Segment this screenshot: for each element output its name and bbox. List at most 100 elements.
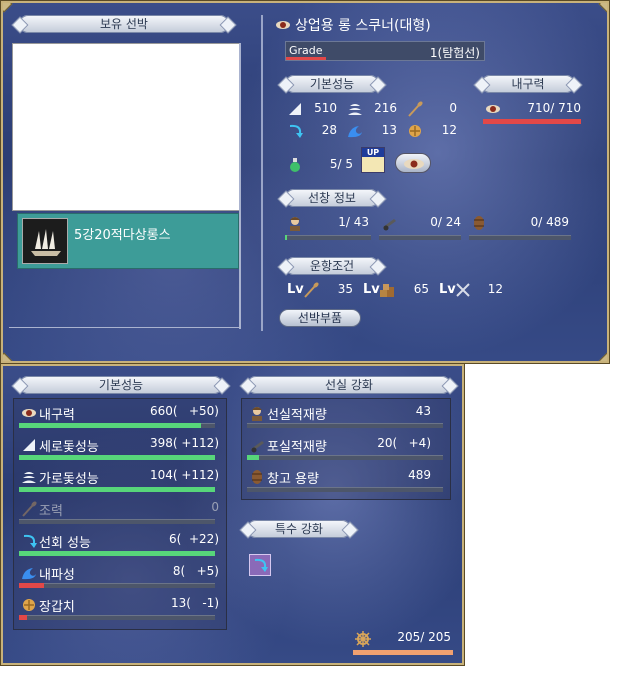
sailing-value: 35 bbox=[337, 282, 353, 296]
grade-value: 1(탐험선) bbox=[429, 46, 480, 60]
grade-label: Grade bbox=[289, 44, 323, 57]
sailing-level-prefix: Lv bbox=[363, 282, 380, 297]
ship-list-divider bbox=[239, 43, 241, 329]
durability-value: 710/ 710 bbox=[527, 101, 581, 115]
cabin-info-header: 선창 정보 bbox=[285, 189, 379, 207]
durability-bar bbox=[483, 119, 581, 124]
stat-value: 0 bbox=[449, 101, 457, 115]
stat-label: 조력 bbox=[39, 504, 63, 519]
armor-icon bbox=[407, 123, 423, 139]
horizontal-sail-icon bbox=[21, 469, 37, 485]
up-label: UP bbox=[362, 148, 384, 157]
cabin-bar bbox=[247, 487, 443, 492]
horizontal-sail-icon bbox=[347, 101, 363, 117]
cabin-fill bbox=[285, 235, 287, 240]
sailors-value: 205/ 205 bbox=[397, 630, 451, 644]
ship-list-name: 5강20적다상롱스 bbox=[74, 228, 171, 243]
cabin-bar bbox=[379, 235, 461, 240]
cabin-label: 창고 용량 bbox=[267, 472, 319, 487]
ship-title: 상업용 롱 스쿠너(대형) bbox=[295, 18, 431, 34]
stat-value: 12 bbox=[441, 123, 457, 137]
stat-value: 0 bbox=[211, 500, 219, 514]
cabin-value: 0/ 489 bbox=[530, 215, 569, 229]
sailor-icon bbox=[287, 215, 303, 231]
stat-value: 216 bbox=[374, 101, 397, 115]
ship-list-item[interactable]: 5강20적다상롱스 bbox=[17, 213, 239, 269]
cabin-label: 포실적재량 bbox=[267, 440, 327, 455]
cannon-icon bbox=[381, 215, 397, 231]
turn-arrow-icon bbox=[21, 533, 37, 549]
owned-ships-header: 보유 선박 bbox=[19, 15, 229, 33]
stat-value: 13 bbox=[381, 123, 397, 137]
cabin-label: 선실적재량 bbox=[267, 408, 327, 423]
ship-thumbnail-icon bbox=[22, 218, 68, 264]
vertical-sail-icon bbox=[21, 437, 37, 453]
view-ship-button[interactable] bbox=[395, 153, 431, 173]
stat-fill bbox=[19, 455, 215, 460]
cabin-bar bbox=[247, 455, 443, 460]
stat-value: 6( +22) bbox=[169, 532, 219, 546]
stat-value: 104( +112) bbox=[149, 468, 219, 482]
stat-value: 8( +5) bbox=[172, 564, 219, 578]
grade-fill bbox=[286, 57, 326, 60]
turn-arrow-icon bbox=[287, 123, 303, 139]
sailing-level-prefix: Lv bbox=[287, 282, 304, 297]
barrel-icon bbox=[249, 469, 265, 485]
cabin-value: 20( +4) bbox=[377, 436, 431, 450]
sailors-bar bbox=[353, 650, 453, 655]
panel-divider bbox=[261, 15, 263, 331]
oar-icon bbox=[407, 101, 423, 117]
basic-stats-header: 기본성능 bbox=[19, 376, 223, 394]
stat-bar bbox=[19, 455, 215, 460]
wheel-icon bbox=[355, 631, 371, 647]
stat-label: 세로돛성능 bbox=[39, 440, 99, 455]
stat-bar bbox=[19, 615, 215, 620]
stat-value: 660( +50) bbox=[149, 404, 219, 418]
eye-icon bbox=[21, 405, 37, 421]
vertical-sail-icon bbox=[287, 101, 303, 117]
eye-icon bbox=[485, 101, 501, 117]
ship-list-box bbox=[12, 43, 240, 211]
corner-ornament bbox=[598, 352, 607, 361]
eye-icon bbox=[275, 17, 291, 33]
cabin-fill bbox=[247, 455, 259, 460]
wave-icon bbox=[347, 123, 363, 139]
sailing-value: 12 bbox=[487, 282, 503, 296]
upgrade-up-button[interactable]: UP bbox=[361, 147, 385, 173]
stat-value: 398( +112) bbox=[149, 436, 219, 450]
cabin-bar bbox=[285, 235, 371, 240]
cabin-upgrade-header: 선실 강화 bbox=[247, 376, 451, 394]
stat-bar bbox=[19, 583, 215, 588]
special-upgrade-header: 특수 강화 bbox=[247, 520, 351, 538]
cabin-bar bbox=[469, 235, 571, 240]
stat-label: 내파성 bbox=[39, 568, 75, 583]
sailing-conditions-header: 운항조건 bbox=[285, 257, 379, 275]
cabin-bar bbox=[247, 423, 443, 428]
turn-arrow-icon bbox=[252, 557, 268, 573]
basic-stats-header: 기본성능 bbox=[285, 75, 379, 93]
corner-ornament bbox=[3, 352, 13, 361]
stat-fill bbox=[19, 615, 27, 620]
special-upgrade-slot[interactable] bbox=[249, 554, 271, 576]
grade-bar: Grade 1(탐험선) bbox=[285, 41, 485, 61]
cabin-value: 0/ 24 bbox=[430, 215, 461, 229]
stat-bar bbox=[19, 551, 215, 556]
stat-fill bbox=[19, 551, 215, 556]
ship-info-window: 보유 선박 5강20적다상롱스 상업용 롱 스쿠너(대형) Grade 1(탐험… bbox=[0, 0, 610, 364]
cannon-icon bbox=[249, 437, 265, 453]
cabin-value: 43 bbox=[415, 404, 431, 418]
sailing-value: 65 bbox=[413, 282, 429, 296]
crossed-swords-icon bbox=[455, 282, 471, 298]
stat-bar bbox=[19, 519, 215, 524]
ship-parts-button[interactable]: 선박부품 bbox=[279, 309, 361, 327]
durability-fill bbox=[483, 119, 581, 124]
barrel-icon bbox=[471, 215, 487, 231]
corner-ornament bbox=[598, 3, 607, 13]
sailor-icon bbox=[249, 405, 265, 421]
stat-bar bbox=[19, 423, 215, 428]
upgrade-value: 5/ 5 bbox=[329, 157, 353, 171]
oar-icon bbox=[21, 501, 37, 517]
stat-fill bbox=[19, 423, 201, 428]
stat-value: 13( -1) bbox=[170, 596, 219, 610]
stat-label: 선회 성능 bbox=[39, 536, 91, 551]
